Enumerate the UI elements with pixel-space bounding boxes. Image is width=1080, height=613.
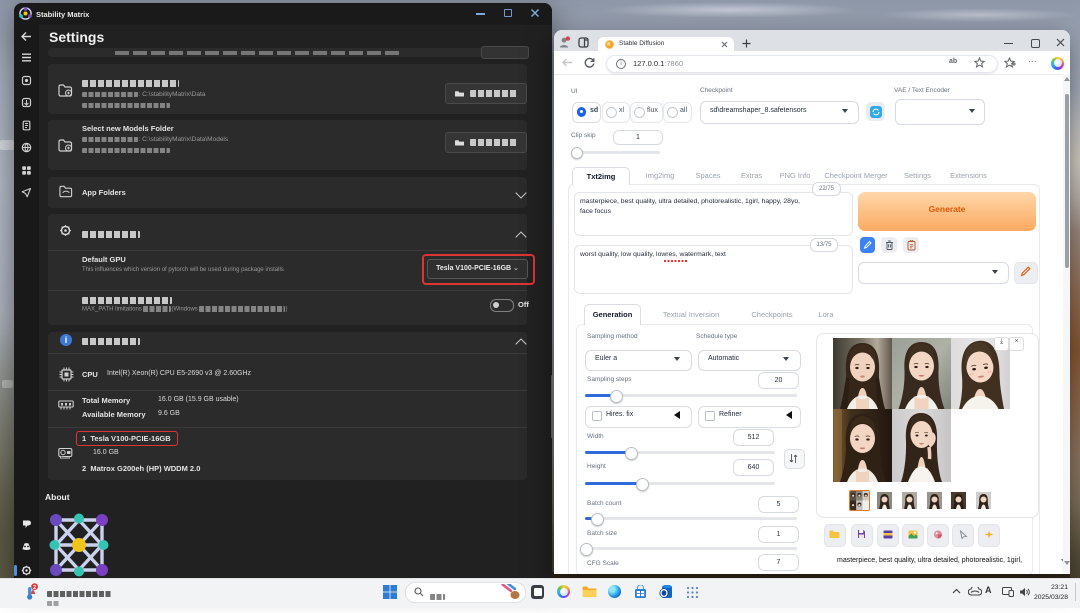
svg-text:2: 2 bbox=[33, 585, 36, 591]
